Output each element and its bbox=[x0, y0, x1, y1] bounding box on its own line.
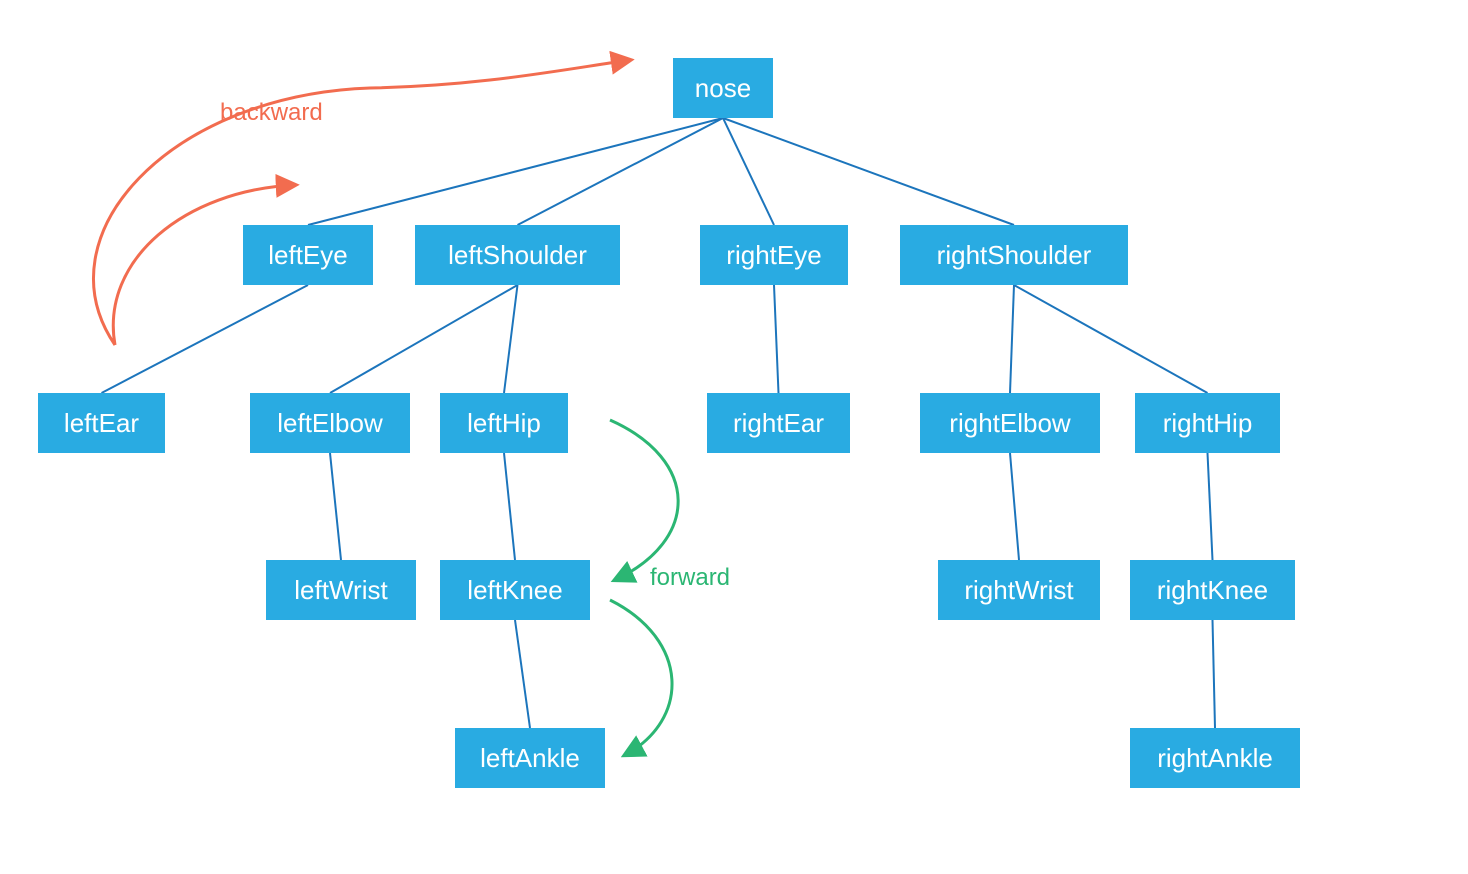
node-rightAnkle: rightAnkle bbox=[1130, 728, 1300, 788]
edge-nose-leftShoulder bbox=[518, 118, 724, 225]
node-rightElbow: rightElbow bbox=[920, 393, 1100, 453]
node-rightKnee: rightKnee bbox=[1130, 560, 1295, 620]
edge-leftElbow-leftWrist bbox=[330, 453, 341, 560]
node-nose: nose bbox=[673, 58, 773, 118]
node-label-rightWrist: rightWrist bbox=[964, 575, 1074, 605]
node-label-leftElbow: leftElbow bbox=[277, 408, 383, 438]
forward-arrow-2 bbox=[610, 600, 672, 755]
node-leftKnee: leftKnee bbox=[440, 560, 590, 620]
node-rightEye: rightEye bbox=[700, 225, 848, 285]
node-label-rightShoulder: rightShoulder bbox=[937, 240, 1092, 270]
node-label-rightEye: rightEye bbox=[726, 240, 821, 270]
node-leftEye: leftEye bbox=[243, 225, 373, 285]
forward-arrow-1 bbox=[610, 420, 678, 580]
edge-rightEye-rightEar bbox=[774, 285, 779, 393]
edge-leftShoulder-leftHip bbox=[504, 285, 518, 393]
node-leftWrist: leftWrist bbox=[266, 560, 416, 620]
node-label-rightAnkle: rightAnkle bbox=[1157, 743, 1273, 773]
node-label-leftHip: leftHip bbox=[467, 408, 541, 438]
node-leftHip: leftHip bbox=[440, 393, 568, 453]
node-label-leftWrist: leftWrist bbox=[294, 575, 388, 605]
node-label-leftEye: leftEye bbox=[268, 240, 348, 270]
node-leftShoulder: leftShoulder bbox=[415, 225, 620, 285]
node-rightHip: rightHip bbox=[1135, 393, 1280, 453]
node-label-leftEar: leftEar bbox=[64, 408, 139, 438]
edge-nose-leftEye bbox=[308, 118, 723, 225]
backward-label: backward bbox=[220, 99, 323, 126]
edge-rightShoulder-rightHip bbox=[1014, 285, 1208, 393]
edge-leftHip-leftKnee bbox=[504, 453, 515, 560]
node-label-rightElbow: rightElbow bbox=[949, 408, 1071, 438]
node-label-nose: nose bbox=[695, 73, 751, 103]
node-rightEar: rightEar bbox=[707, 393, 850, 453]
backward-arrow-1 bbox=[94, 60, 630, 345]
node-label-leftShoulder: leftShoulder bbox=[448, 240, 587, 270]
node-rightWrist: rightWrist bbox=[938, 560, 1100, 620]
edge-leftEye-leftEar bbox=[102, 285, 309, 393]
edge-rightHip-rightKnee bbox=[1208, 453, 1213, 560]
node-label-rightKnee: rightKnee bbox=[1157, 575, 1268, 605]
node-leftEar: leftEar bbox=[38, 393, 165, 453]
edge-leftKnee-leftAnkle bbox=[515, 620, 530, 728]
edge-leftShoulder-leftElbow bbox=[330, 285, 518, 393]
edge-rightKnee-rightAnkle bbox=[1213, 620, 1216, 728]
edge-rightShoulder-rightElbow bbox=[1010, 285, 1014, 393]
node-leftElbow: leftElbow bbox=[250, 393, 410, 453]
diagram-canvas: backward forward nose leftEye leftShoulder… bbox=[0, 0, 1468, 874]
node-label-leftAnkle: leftAnkle bbox=[480, 743, 580, 773]
node-rightShoulder: rightShoulder bbox=[900, 225, 1128, 285]
forward-label: forward bbox=[650, 564, 730, 591]
edge-rightElbow-rightWrist bbox=[1010, 453, 1019, 560]
node-label-leftKnee: leftKnee bbox=[467, 575, 562, 605]
nodes-layer: nose leftEye leftShoulder rightEye rightShou… bbox=[38, 58, 1300, 788]
node-label-rightHip: rightHip bbox=[1163, 408, 1253, 438]
node-leftAnkle: leftAnkle bbox=[455, 728, 605, 788]
node-label-rightEar: rightEar bbox=[733, 408, 824, 438]
